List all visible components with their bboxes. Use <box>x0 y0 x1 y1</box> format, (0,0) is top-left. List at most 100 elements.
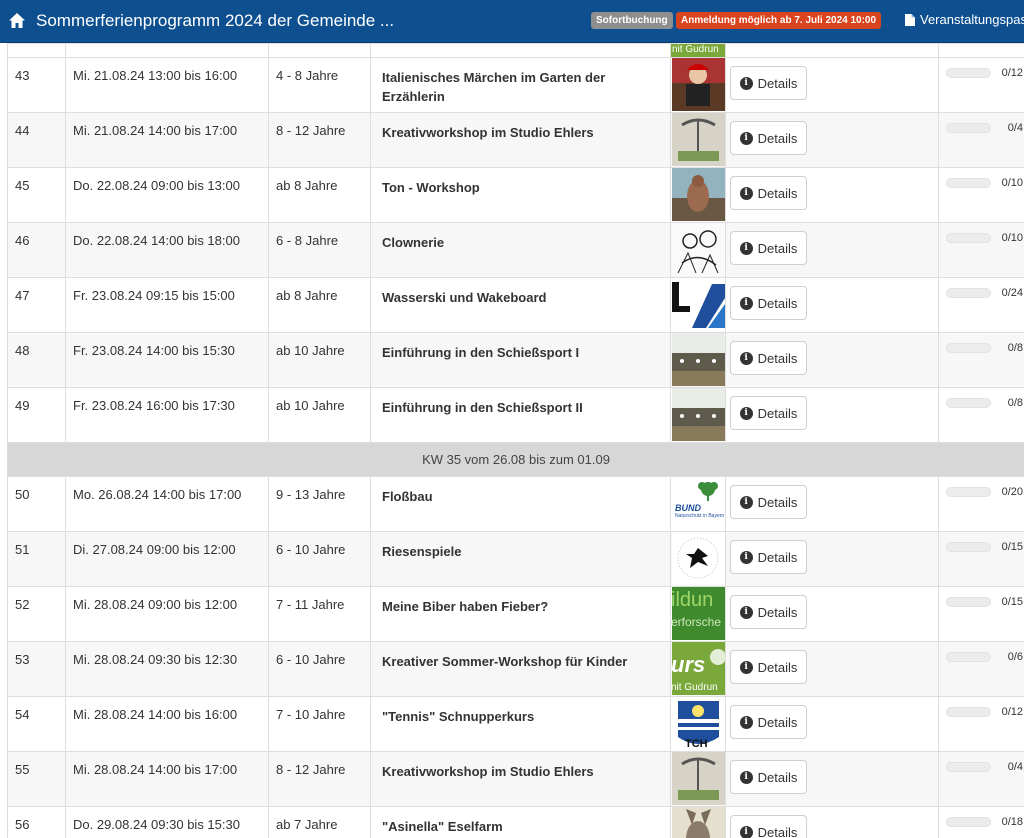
event-image-cell[interactable] <box>670 531 726 587</box>
details-cell: i Details <box>725 476 939 532</box>
capacity-progress-bar <box>946 542 991 552</box>
capacity-cell: 0/6 <box>938 641 1024 697</box>
details-button[interactable]: i Details <box>730 705 807 739</box>
event-image-cell[interactable] <box>670 387 726 443</box>
event-title[interactable]: Riesenspiele <box>370 531 671 587</box>
capacity-cell: 0/10 <box>938 222 1024 278</box>
event-title[interactable]: Einführung in den Schießsport II <box>370 387 671 443</box>
event-image-cell[interactable] <box>670 806 726 838</box>
info-icon: i <box>739 351 753 365</box>
details-button[interactable]: i Details <box>730 286 807 320</box>
event-title[interactable]: Clownerie <box>370 222 671 278</box>
kurs-banner-image <box>671 642 725 695</box>
event-age-range: 9 - 13 Jahre <box>268 476 371 532</box>
event-number: 45 <box>7 167 66 223</box>
home-icon[interactable] <box>8 12 26 30</box>
event-image-cell[interactable] <box>670 167 726 223</box>
event-age-range: 8 - 12 Jahre <box>268 112 371 168</box>
details-button[interactable]: i Details <box>730 176 807 210</box>
info-icon: i <box>739 605 753 619</box>
event-date: Fr. 23.08.24 09:15 bis 15:00 <box>65 277 269 333</box>
details-button[interactable]: i Details <box>730 540 807 574</box>
info-icon: i <box>739 76 753 90</box>
details-button[interactable]: i Details <box>730 650 807 684</box>
details-label: Details <box>757 75 798 91</box>
event-age-range: 7 - 11 Jahre <box>268 586 371 642</box>
event-image-cell[interactable] <box>670 57 726 113</box>
event-title[interactable]: "Asinella" Eselfarm <box>370 806 671 838</box>
event-title[interactable]: Einführung in den Schießsport I <box>370 332 671 388</box>
event-title[interactable]: Kreativer Sommer-Workshop für Kinder <box>370 641 671 697</box>
details-cell: i Details <box>725 167 939 223</box>
details-cell: i Details <box>725 277 939 333</box>
details-label: Details <box>757 549 798 565</box>
event-image-cell[interactable]: TCH <box>670 696 726 752</box>
event-number: 44 <box>7 112 66 168</box>
event-number: 51 <box>7 531 66 587</box>
event-title[interactable]: Italienisches Märchen im Garten der Erzä… <box>370 57 671 113</box>
event-image-cell[interactable] <box>670 751 726 807</box>
details-cell: i Details <box>725 112 939 168</box>
studio-photo-image <box>671 752 725 805</box>
event-image-cell[interactable]: urs nit Gudrun <box>670 641 726 697</box>
event-image-cell[interactable] <box>670 277 726 333</box>
event-age-range: 6 - 10 Jahre <box>268 531 371 587</box>
week-header-row: KW 35 vom 26.08 bis zum 01.09 <box>7 442 1024 477</box>
info-icon: i <box>739 550 753 564</box>
details-button[interactable]: i Details <box>730 341 807 375</box>
clown-drawing-image <box>671 223 725 276</box>
event-title[interactable]: Floßbau <box>370 476 671 532</box>
registration-badge: Anmeldung möglich ab 7. Juli 2024 10:00 <box>676 12 882 29</box>
details-label: Details <box>757 824 798 838</box>
details-button[interactable]: i Details <box>730 396 807 430</box>
event-pass-link[interactable]: Veranstaltungspas <box>905 12 1024 27</box>
capacity-text: 0/4 <box>1007 122 1023 134</box>
event-date: Di. 27.08.24 09:00 bis 12:00 <box>65 531 269 587</box>
details-button[interactable]: i Details <box>730 595 807 629</box>
event-image-cell[interactable] <box>670 332 726 388</box>
event-image-cell[interactable] <box>670 112 726 168</box>
details-cell: i Details <box>725 387 939 443</box>
details-button[interactable]: i Details <box>730 485 807 519</box>
capacity-cell: 0/12 <box>938 57 1024 113</box>
event-image-cell[interactable]: ildun erforsche <box>670 586 726 642</box>
details-button[interactable]: i Details <box>730 66 807 100</box>
capacity-progress-bar <box>946 817 991 827</box>
studio-photo-image <box>671 113 725 166</box>
details-button[interactable]: i Details <box>730 121 807 155</box>
event-title[interactable]: "Tennis" Schnupperkurs <box>370 696 671 752</box>
details-label: Details <box>757 130 798 146</box>
details-button[interactable]: i Details <box>730 231 807 265</box>
details-cell: i Details <box>725 222 939 278</box>
capacity-text: 0/24 <box>1001 287 1023 299</box>
capacity-cell: 0/12 <box>938 696 1024 752</box>
event-image-cell[interactable] <box>670 222 726 278</box>
details-button[interactable]: i Details <box>730 815 807 838</box>
event-date: Mi. 28.08.24 14:00 bis 17:00 <box>65 751 269 807</box>
bund-logo-image <box>671 477 725 530</box>
event-title[interactable]: Wasserski und Wakeboard <box>370 277 671 333</box>
details-cell: i Details <box>725 586 939 642</box>
event-age-range: 7 - 10 Jahre <box>268 696 371 752</box>
capacity-progress-bar <box>946 487 991 497</box>
event-number: 47 <box>7 277 66 333</box>
wakeboard-logo-image <box>671 278 725 331</box>
document-icon <box>905 13 915 26</box>
event-image-cell[interactable]: BUNDNaturschutz in Bayern e.V. <box>670 476 726 532</box>
capacity-progress-bar <box>946 178 991 188</box>
event-title[interactable]: Kreativworkshop im Studio Ehlers <box>370 751 671 807</box>
table-row: 46 Do. 22.08.24 14:00 bis 18:00 6 - 8 Jahr… <box>7 222 1024 278</box>
table-row: 45 Do. 22.08.24 09:00 bis 13:00 ab 8 Jahre… <box>7 167 1024 223</box>
table-row-partial: nit Gudrun <box>7 43 1024 58</box>
capacity-text: 0/10 <box>1001 177 1023 189</box>
details-button[interactable]: i Details <box>730 760 807 794</box>
event-date: Mi. 28.08.24 09:30 bis 12:30 <box>65 641 269 697</box>
details-cell: i Details <box>725 751 939 807</box>
event-image: nit Gudrun <box>670 43 726 58</box>
event-age-range: 6 - 10 Jahre <box>268 641 371 697</box>
event-title[interactable]: Ton - Workshop <box>370 167 671 223</box>
capacity-cell: 0/20 <box>938 476 1024 532</box>
details-cell: i Details <box>725 806 939 838</box>
event-title[interactable]: Meine Biber haben Fieber? <box>370 586 671 642</box>
event-title[interactable]: Kreativworkshop im Studio Ehlers <box>370 112 671 168</box>
